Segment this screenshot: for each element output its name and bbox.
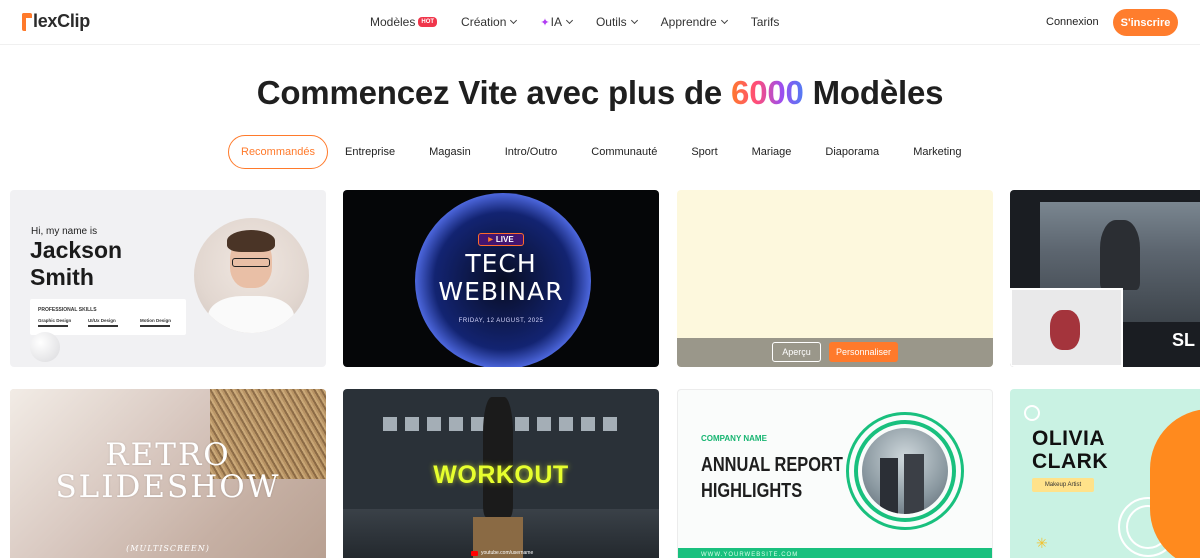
athlete-silhouette (483, 397, 513, 517)
chevron-down-icon (510, 16, 518, 25)
annual-title-line1: ANNUAL REPORT (701, 454, 843, 476)
olivia-title-line2: CLARK (1032, 450, 1108, 473)
businesswoman-figure (904, 454, 924, 514)
resume-name-line2: Smith (30, 264, 94, 290)
skill-item: UI/Ux Design (88, 318, 118, 327)
inset-photo (1010, 288, 1123, 367)
annual-title-line2: HIGHLIGHTS (701, 480, 803, 502)
annual-title: ANNUAL REPORT HIGHLIGHTS (701, 452, 843, 504)
preview-button[interactable]: Aperçu (772, 342, 821, 362)
webinar-date: FRIDAY, 12 AUGUST, 2025 (458, 318, 544, 324)
retro-title-line1: RETRO (105, 437, 231, 473)
portrait-glasses (232, 258, 270, 267)
sparkle-icon: ✦ (540, 16, 550, 29)
skill-item: Graphic Design (38, 318, 72, 327)
title-after: Modèles (803, 74, 944, 111)
website-url: WWW.YOURWEBSITE.COM (701, 552, 799, 558)
tab-community[interactable]: Communauté (574, 135, 674, 169)
portrait-shirt (208, 296, 294, 333)
category-tabs: Recommandés Entreprise Magasin Intro/Out… (228, 135, 978, 169)
login-link[interactable]: Connexion (1046, 16, 1099, 28)
tab-slideshow[interactable]: Diaporama (808, 135, 896, 169)
tab-marketing[interactable]: Marketing (896, 135, 978, 169)
signup-button[interactable]: S'inscrire (1113, 9, 1178, 36)
menu-ai-label: IA (550, 15, 562, 29)
title-highlight: 6000 (731, 74, 804, 111)
decorative-ball (30, 332, 60, 362)
flower-icon (1024, 405, 1040, 421)
live-badge: LIVE (478, 233, 524, 246)
chevron-down-icon (720, 16, 728, 25)
template-card-photo-slideshow[interactable]: SL (1010, 190, 1200, 367)
menu-templates[interactable]: Modèles HOT (370, 15, 438, 29)
menu-pricing-label: Tarifs (750, 15, 780, 29)
person-silhouette (1100, 220, 1140, 290)
tab-sport[interactable]: Sport (674, 135, 734, 169)
template-card-resume[interactable]: Hi, my name is Jackson Smith PROFESSIONA… (10, 190, 326, 367)
flexclip-logo[interactable]: lexClip (22, 11, 90, 32)
menu-learn[interactable]: Apprendre (660, 15, 728, 29)
tab-recommended[interactable]: Recommandés (228, 135, 328, 169)
tab-business[interactable]: Entreprise (328, 135, 412, 169)
businessman-figure (880, 458, 898, 514)
template-card-hovered[interactable]: Aperçu Personnaliser (677, 190, 993, 367)
menu-creation[interactable]: Création (461, 15, 518, 29)
youtube-channel: youtube.com/username (471, 550, 533, 556)
resume-name: Jackson Smith (30, 237, 122, 291)
company-name: COMPANY NAME (701, 434, 767, 443)
top-navbar: lexClip Modèles HOT Création ✦ IA Outils… (0, 0, 1200, 45)
menu-tools-label: Outils (595, 15, 627, 29)
tab-store[interactable]: Magasin (412, 135, 488, 169)
logo-mark-icon (22, 12, 32, 31)
hot-badge: HOT (418, 17, 438, 27)
skill-item: Motion Design (140, 318, 171, 327)
olivia-title-line1: OLIVIA (1032, 427, 1106, 450)
resume-greeting: Hi, my name is (31, 226, 98, 237)
customize-button[interactable]: Personnaliser (829, 342, 898, 362)
menu-creation-label: Création (461, 15, 507, 29)
orange-shape (1150, 409, 1200, 558)
menu-templates-label: Modèles (370, 15, 416, 29)
skills-panel: PROFESSIONAL SKILLS Graphic Design UI/Ux… (30, 299, 186, 335)
menu-learn-label: Apprendre (660, 15, 717, 29)
logo-text: lexClip (33, 11, 90, 31)
workout-title: WORKOUT (433, 461, 569, 489)
portrait-hair (227, 230, 275, 252)
template-card-olivia-clark[interactable]: OLIVIA CLARK Makeup Artist ✳ (1010, 389, 1200, 558)
main-menu: Modèles HOT Création ✦ IA Outils Apprend… (370, 15, 803, 29)
chevron-down-icon (630, 16, 638, 25)
retro-title: RETRO SLIDESHOW (10, 439, 326, 503)
webinar-title-line2: WEBINAR (438, 277, 564, 306)
menu-tools[interactable]: Outils (595, 15, 638, 29)
olivia-title: OLIVIA CLARK (1032, 427, 1108, 473)
retro-subtitle: (MULTISCREEN) (126, 544, 210, 553)
title-before: Commencez Vite avec plus de (256, 74, 732, 111)
webinar-title-line1: TECH (465, 249, 537, 278)
star-icon: ✳ (1036, 535, 1048, 551)
webinar-title: TECH WEBINAR (343, 250, 659, 306)
template-card-workout[interactable]: WORKOUT youtube.com/username (343, 389, 659, 558)
slide-text: SL (1172, 330, 1196, 350)
retro-title-line2: SLIDESHOW (55, 469, 281, 505)
skills-title: PROFESSIONAL SKILLS (38, 307, 97, 313)
resume-name-line1: Jackson (30, 237, 123, 263)
menu-pricing[interactable]: Tarifs (751, 15, 780, 29)
page-title: Commencez Vite avec plus de 6000 Modèles (0, 74, 1200, 112)
tab-intro-outro[interactable]: Intro/Outro (488, 135, 575, 169)
business-photo (862, 428, 948, 514)
profession-tag: Makeup Artist (1032, 478, 1094, 492)
menu-ai[interactable]: ✦ IA (540, 15, 573, 29)
portrait-photo (194, 218, 309, 333)
inset-person (1050, 310, 1080, 350)
chevron-down-icon (565, 16, 573, 25)
tab-wedding[interactable]: Mariage (735, 135, 809, 169)
template-card-retro-slideshow[interactable]: RETRO SLIDESHOW (MULTISCREEN) (10, 389, 326, 558)
template-card-annual-report[interactable]: COMPANY NAME ANNUAL REPORT HIGHLIGHTS WW… (677, 389, 993, 558)
template-card-webinar[interactable]: LIVE TECH WEBINAR FRIDAY, 12 AUGUST, 202… (343, 190, 659, 367)
